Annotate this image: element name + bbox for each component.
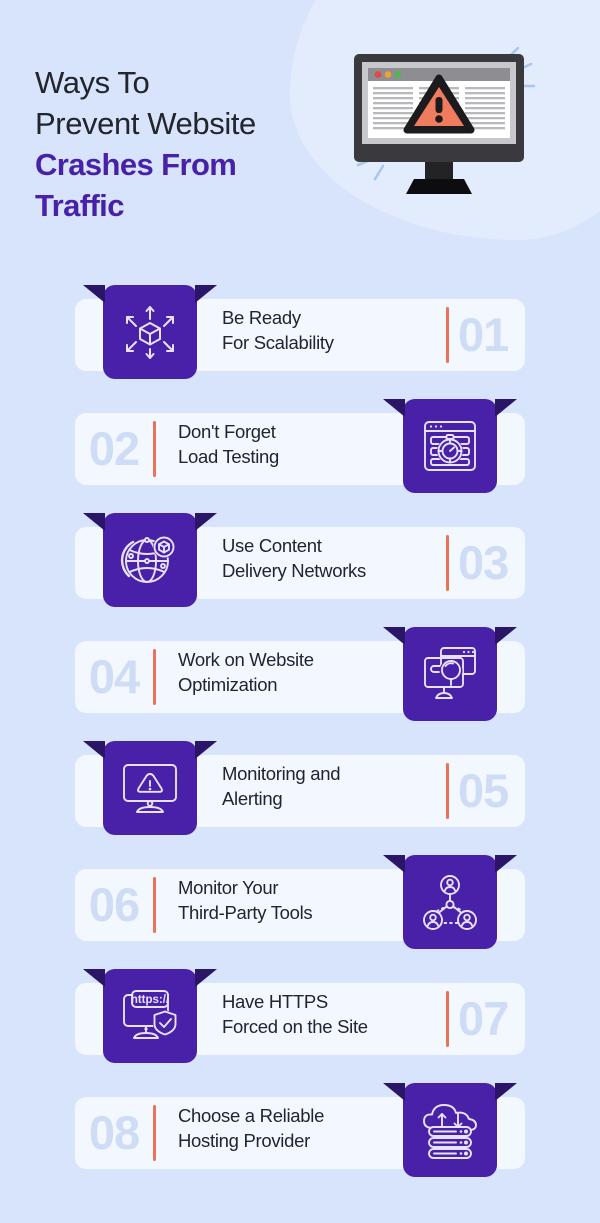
row-icon-badge[interactable] (383, 855, 517, 949)
list-item[interactable]: 04 Work on Website Optimization (0, 627, 600, 741)
row-label-line2: Forced on the Site (222, 1016, 368, 1037)
scalability-cube-arrows-icon (126, 306, 174, 359)
list-item[interactable]: 01 Be Ready For Scalability (0, 285, 600, 399)
load-testing-stopwatch-icon (424, 421, 476, 471)
title-line-3: Crashes From (35, 147, 237, 182)
row-label: Choose a Reliable Hosting Provider (178, 1103, 408, 1153)
cdn-globe-icon (120, 536, 175, 583)
row-icon-badge[interactable] (383, 1083, 517, 1177)
list-item[interactable]: 08 Choose a Reliable Hosting Provider (0, 1083, 600, 1197)
row-icon-badge[interactable] (383, 399, 517, 493)
row-label-line1: Use Content (222, 535, 322, 556)
list-item[interactable]: 02 Don't Forget Load Testing (0, 399, 600, 513)
row-label-line1: Work on Website (178, 649, 314, 670)
row-label-line1: Have HTTPS (222, 991, 328, 1012)
monitoring-alert-monitor-icon (123, 764, 177, 813)
row-number: 04 (88, 649, 140, 703)
steps-list: 01 Be Ready For Scalability 02 Don't For… (0, 285, 600, 1197)
svg-text:https://: https:// (131, 994, 170, 1006)
page-title: Ways To Prevent Website Crashes From Tra… (35, 62, 345, 226)
row-number: 01 (458, 307, 509, 361)
website-optimization-magnifier-icon (424, 647, 476, 699)
row-label: Don't Forget Load Testing (178, 419, 408, 469)
row-number: 02 (88, 421, 140, 475)
list-item[interactable]: 03 Use Content Delivery Networks (0, 513, 600, 627)
row-label-line2: Third-Party Tools (178, 902, 313, 923)
row-icon-badge[interactable]: https:// (83, 969, 217, 1063)
row-number: 07 (458, 991, 509, 1045)
third-party-network-users-icon (423, 875, 477, 930)
row-label: Work on Website Optimization (178, 647, 408, 697)
row-label-line1: Choose a Reliable (178, 1105, 325, 1126)
row-divider (153, 1105, 156, 1161)
row-number: 03 (458, 535, 509, 589)
row-label: Be Ready For Scalability (222, 305, 452, 355)
list-item[interactable]: 05 Monitoring and Alerting (0, 741, 600, 855)
row-label-line2: Alerting (222, 788, 283, 809)
row-label: Monitoring and Alerting (222, 761, 452, 811)
row-label-line2: Optimization (178, 674, 278, 695)
row-label-line2: Delivery Networks (222, 560, 366, 581)
row-number: 06 (88, 877, 140, 931)
row-icon-badge[interactable] (383, 627, 517, 721)
row-label-line2: Load Testing (178, 446, 279, 467)
row-label-line1: Monitor Your (178, 877, 279, 898)
list-item[interactable]: 06 Monitor Your Third-Party Tools (0, 855, 600, 969)
row-number: 08 (88, 1105, 140, 1159)
title-line-1: Ways To (35, 65, 150, 100)
row-divider (153, 421, 156, 477)
row-label-line2: For Scalability (222, 332, 334, 353)
cloud-hosting-server-icon (423, 1104, 477, 1159)
list-item[interactable]: 07 Have HTTPS Forced on the Site https:/… (0, 969, 600, 1083)
row-icon-badge[interactable] (83, 741, 217, 835)
row-divider (153, 649, 156, 705)
title-line-4: Traffic (35, 188, 124, 223)
row-icon-badge[interactable] (83, 285, 217, 379)
row-label-line2: Hosting Provider (178, 1130, 310, 1151)
row-label-line1: Monitoring and (222, 763, 341, 784)
row-label: Monitor Your Third-Party Tools (178, 875, 408, 925)
monitor-warning-illustration (342, 42, 542, 212)
row-icon-badge[interactable] (83, 513, 217, 607)
row-label: Have HTTPS Forced on the Site (222, 989, 452, 1039)
row-label-line1: Don't Forget (178, 421, 276, 442)
row-label: Use Content Delivery Networks (222, 533, 452, 583)
row-number: 05 (458, 763, 509, 817)
https-shield-icon: https:// (123, 990, 177, 1039)
row-label-line1: Be Ready (222, 307, 301, 328)
title-line-2: Prevent Website (35, 106, 256, 141)
row-divider (153, 877, 156, 933)
